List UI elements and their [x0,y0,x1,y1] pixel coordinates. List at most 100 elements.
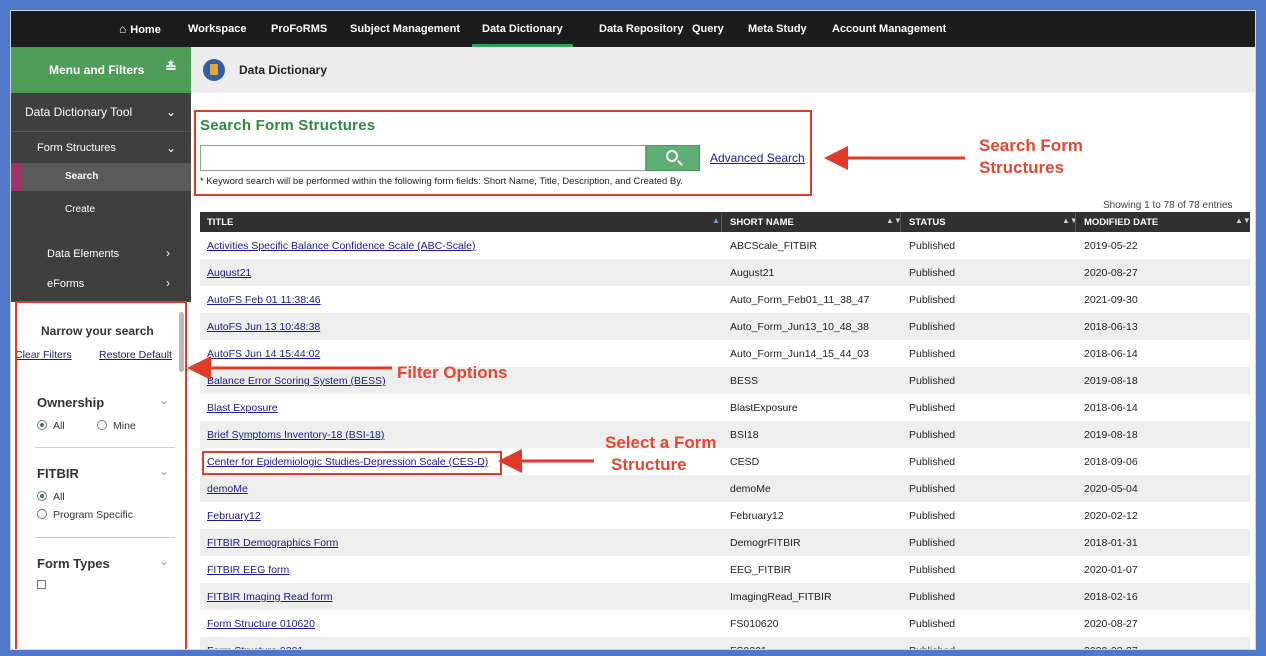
annotation-select-label: Select a Form Structure [605,432,717,476]
table-row[interactable]: AutoFS Feb 01 11:38:46 Auto_Form_Feb01_11… [200,286,1250,313]
annotation-text: Structures [979,158,1065,177]
home-icon: ⌂ [119,22,127,36]
table-row[interactable]: AutoFS Jun 13 10:48:38 Auto_Form_Jun13_10… [200,313,1250,340]
row-title-link[interactable]: Form Structure 010620 [207,618,315,630]
sort-icon[interactable]: ▲▼ [1235,216,1251,225]
row-title-link[interactable]: August21 [207,267,251,279]
sidebar-item-create[interactable]: Create [11,195,191,225]
row-status: Published [909,240,956,252]
row-status: Published [909,294,956,306]
nav-account-management[interactable]: Account Management [832,11,946,47]
row-modified-date: 2018-01-31 [1084,537,1138,549]
chevron-right-icon: › [166,246,170,260]
table-row[interactable]: FITBIR Demographics Form DemogrFITBIR Publ… [200,529,1250,556]
table-row[interactable]: Blast Exposure BlastExposure Published 2018… [200,394,1250,421]
row-title-link[interactable]: Blast Exposure [207,402,278,414]
search-annotation-box [194,110,812,196]
row-short-name: ABCScale_FITBIR [730,240,817,252]
sidebar-item-label: Create [65,204,96,215]
menu-header-label: Menu and Filters [49,63,145,77]
row-status: Published [909,375,956,387]
filter-annotation-box [15,301,187,649]
row-status: Published [909,618,956,630]
table-row[interactable]: August21 August21 Published 2020-08-27 [200,259,1250,286]
table-row[interactable]: Activities Specific Balance Confidence S… [200,232,1250,259]
table-row[interactable]: February12 February12 Published 2020-02-12 [200,502,1250,529]
nav-meta-study[interactable]: Meta Study [748,11,807,47]
row-title-link[interactable]: AutoFS Feb 01 11:38:46 [207,294,321,306]
header-title[interactable]: TITLE [207,217,233,228]
chevron-down-icon: ⌄ [166,141,177,155]
sidebar-item-label: Data Dictionary Tool [25,105,133,119]
row-modified-date: 2020-01-07 [1084,564,1138,576]
nav-query[interactable]: Query [692,11,724,47]
table-row[interactable]: FITBIR Imaging Read form ImagingRead_FITB… [200,583,1250,610]
annotation-search-label: Search Form Structures [979,135,1083,179]
row-short-name: Auto_Form_Feb01_11_38_47 [730,294,870,306]
row-modified-date: 2019-08-18 [1084,375,1138,387]
menu-filters-header[interactable]: Menu and Filters ≛ [11,47,191,93]
nav-data-dictionary[interactable]: Data Dictionary [472,11,573,47]
row-short-name: DemogrFITBIR [730,537,801,549]
table-row[interactable]: demoMe demoMe Published 2020-05-04 [200,475,1250,502]
sidebar-item-dd-tool[interactable]: Data Dictionary Tool ⌄ [11,93,191,131]
row-short-name: BSI18 [730,429,759,441]
divider [1075,212,1076,232]
header-modified-date[interactable]: MODIFIED DATE [1084,217,1158,228]
row-short-name: August21 [730,267,775,279]
sidebar-item-search[interactable]: Search [11,163,191,191]
nav-data-repository[interactable]: Data Repository [599,11,683,47]
row-modified-date: 2019-05-22 [1084,240,1138,252]
nav-subject-management[interactable]: Subject Management [350,11,460,47]
sidebar-item-data-elements[interactable]: Data Elements › [11,239,191,269]
row-title-link[interactable]: FITBIR Demographics Form [207,537,338,549]
sort-asc-icon[interactable]: ▲ [712,216,720,225]
page-title: Data Dictionary [239,63,328,77]
content-header: Data Dictionary [191,47,1255,93]
row-short-name: BESS [730,375,759,387]
nav-proforms[interactable]: ProFoRMS [271,11,327,47]
row-title-link[interactable]: demoMe [207,483,248,495]
nav-workspace[interactable]: Workspace [188,11,247,47]
select-annotation-box [202,451,502,475]
row-status: Published [909,537,956,549]
annotation-text: Select a Form [605,433,717,452]
row-title-link[interactable]: Brief Symptoms Inventory-18 (BSI-18) [207,429,384,441]
row-modified-date: 2020-02-12 [1084,510,1138,522]
row-title-link[interactable]: Activities Specific Balance Confidence S… [207,240,475,252]
double-chevron-icon[interactable]: ≛ [165,59,177,76]
sidebar-item-eforms[interactable]: eForms › [11,269,191,299]
table-row[interactable]: AutoFS Jun 14 15:44:02 Auto_Form_Jun14_15… [200,340,1250,367]
row-title-link[interactable]: AutoFS Jun 13 10:48:38 [207,321,320,333]
row-title-link[interactable]: Form Structure 0201 [207,645,303,649]
row-status: Published [909,645,955,649]
row-title-link[interactable]: FITBIR Imaging Read form [207,591,332,603]
sidebar-item-form-structures[interactable]: Form Structures ⌄ [11,133,191,163]
header-status[interactable]: STATUS [909,217,946,228]
sidebar-item-label: Data Elements [47,248,120,260]
row-title-link[interactable]: FITBIR EEG form [207,564,289,576]
active-indicator [11,163,21,191]
row-status: Published [909,402,956,414]
divider [721,212,722,232]
row-short-name: Auto_Form_Jun13_10_48_38 [730,321,869,333]
table-row[interactable]: Brief Symptoms Inventory-18 (BSI-18) BSI1… [200,421,1250,448]
divider [11,131,191,132]
table-row[interactable]: FITBIR EEG form EEG_FITBIR Published 2020-0… [200,556,1250,583]
row-short-name: FS0201 [730,645,767,649]
row-title-link[interactable]: Balance Error Scoring System (BESS) [207,375,386,387]
table-row[interactable]: Form Structure 0201 FS0201 Published 2020-0… [200,637,1250,649]
table-row[interactable]: Form Structure 010620 FS010620 Published 20… [200,610,1250,637]
table-row[interactable]: Balance Error Scoring System (BESS) BESS P… [200,367,1250,394]
header-short-name[interactable]: SHORT NAME [730,217,794,228]
chevron-down-icon: ⌄ [166,105,177,119]
row-modified-date: 2018-06-14 [1084,348,1138,360]
nav-home[interactable]: ⌂ Home [119,11,161,47]
annotation-text: Structure [611,455,687,474]
chevron-right-icon: › [166,276,170,290]
row-title-link[interactable]: AutoFS Jun 14 15:44:02 [207,348,320,360]
row-title-link[interactable]: February12 [207,510,261,522]
row-short-name: Auto_Form_Jun14_15_44_03 [730,348,869,360]
row-status: Published [909,591,956,603]
annotation-text: Search Form [979,136,1083,155]
